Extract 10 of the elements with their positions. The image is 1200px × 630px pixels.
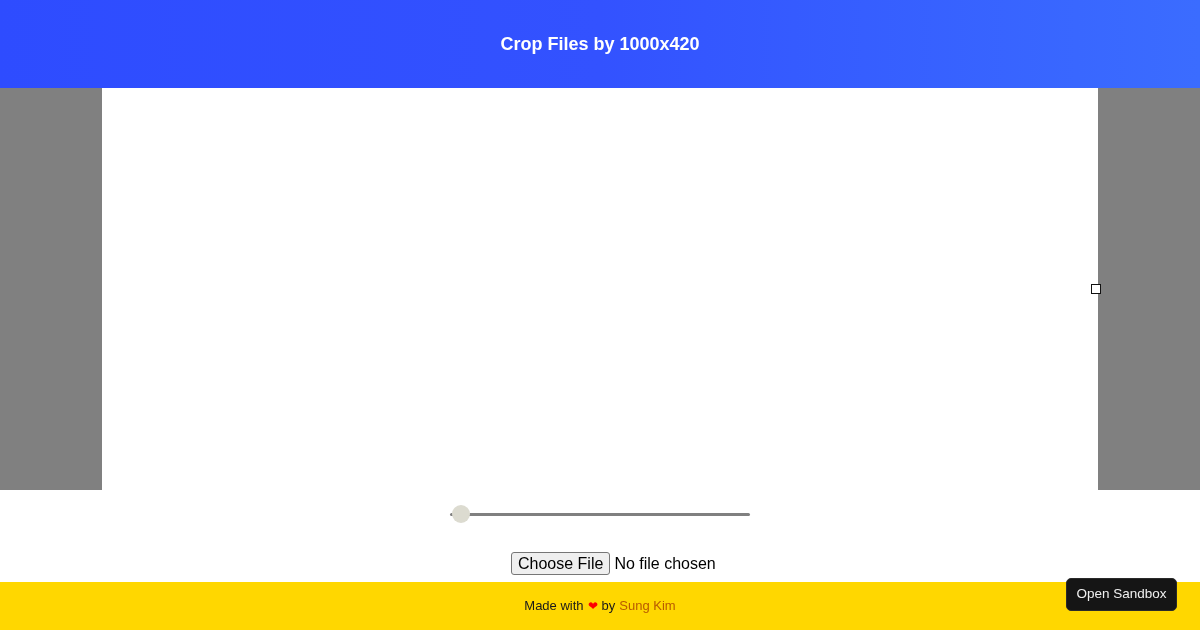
made-with-text: Made with	[524, 597, 584, 616]
by-text: by	[601, 597, 616, 616]
heart-icon: ❤	[587, 600, 598, 612]
crop-handle-icon[interactable]	[1091, 284, 1101, 294]
file-status-text: No file chosen	[614, 553, 716, 574]
page-title: Crop Files by 1000x420	[500, 32, 700, 56]
open-sandbox-button[interactable]: Open Sandbox	[1066, 578, 1177, 611]
slider-thumb[interactable]	[452, 505, 470, 523]
choose-file-button[interactable]: Choose File	[511, 552, 611, 575]
zoom-slider-track[interactable]	[450, 505, 750, 523]
